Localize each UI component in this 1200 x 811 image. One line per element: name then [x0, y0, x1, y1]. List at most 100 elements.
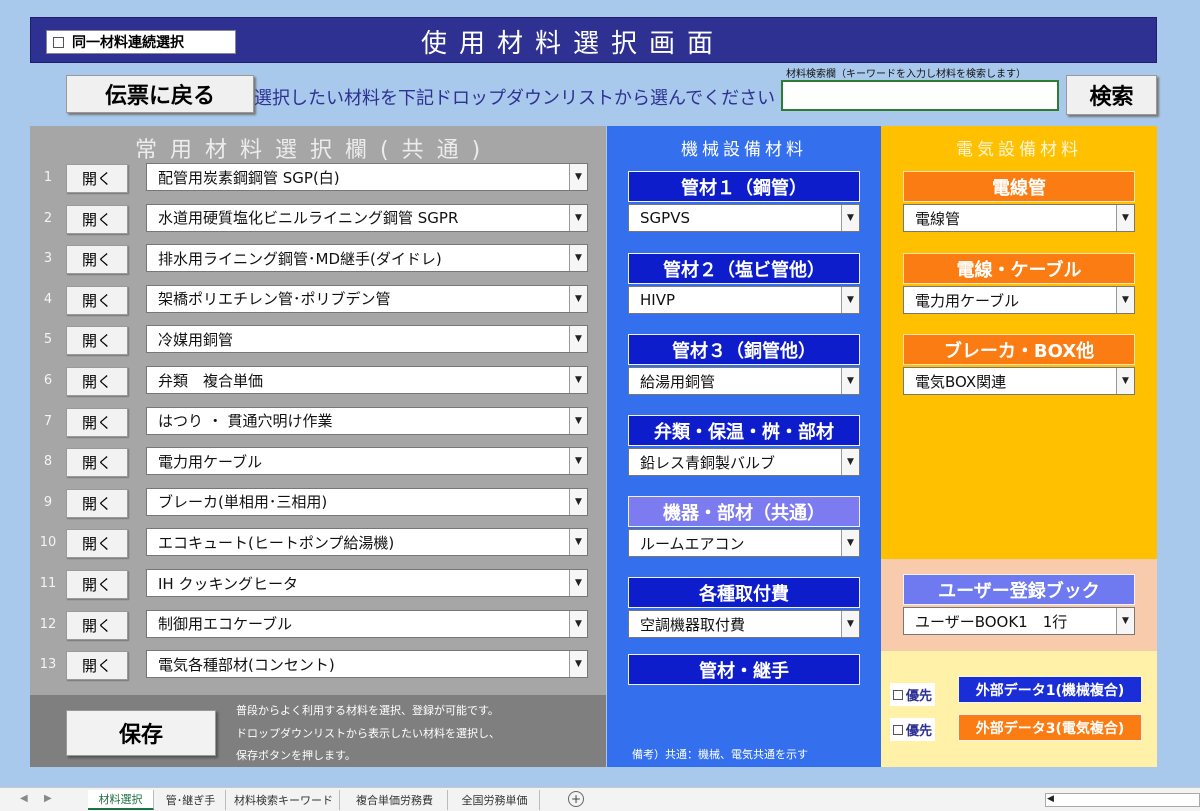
open-button[interactable]: 開く	[66, 367, 128, 396]
common-material-dropdown[interactable]: はつり ・ 貫通穴明け作業 ▼	[146, 406, 588, 435]
dropdown-arrow-icon[interactable]: ▼	[569, 651, 587, 678]
dropdown-arrow-icon[interactable]: ▼	[569, 326, 587, 353]
common-material-dropdown[interactable]: 電気各種部材(コンセント) ▼	[146, 650, 588, 679]
mech-group-dropdown-1[interactable]: SGPVS ▼	[628, 204, 860, 232]
mech-group-button-4[interactable]: 弁類・保温・桝・部材	[628, 415, 860, 446]
mech-group-button-6[interactable]: 各種取付費	[628, 577, 860, 608]
mech-group-dropdown-4[interactable]: 鉛レス青銅製バルブ ▼	[628, 448, 860, 476]
mech-group-dropdown-3[interactable]: 給湯用銅管 ▼	[628, 367, 860, 395]
open-button[interactable]: 開く	[66, 326, 128, 356]
sheet-tab-pipe-fittings[interactable]: 管･継ぎ手	[156, 790, 226, 810]
common-material-dropdown[interactable]: 電力用ケーブル ▼	[146, 447, 588, 476]
external-data-3-button[interactable]: 外部データ3(電気複合)	[958, 714, 1142, 741]
priority-checkbox-2[interactable]: 優先	[890, 718, 936, 741]
dropdown-arrow-icon[interactable]: ▼	[1116, 608, 1134, 634]
mech-group-button-7[interactable]: 管材・継手	[628, 654, 860, 685]
dropdown-arrow-icon[interactable]: ▼	[569, 285, 587, 312]
elec-group-dropdown-1[interactable]: 電線管 ▼	[903, 204, 1135, 232]
mech-group-button-3[interactable]: 管材３（銅管他）	[628, 334, 860, 365]
open-button[interactable]: 開く	[66, 245, 128, 275]
open-button[interactable]: 開く	[66, 488, 128, 518]
open-button[interactable]: 開く	[66, 610, 128, 640]
mech-group-dropdown-2[interactable]: HIVP ▼	[628, 286, 860, 314]
elec-group-button-2[interactable]: 電線・ケーブル	[903, 253, 1135, 284]
dropdown-arrow-icon[interactable]: ▼	[841, 368, 859, 394]
common-material-dropdown[interactable]: 水道用硬質塩化ビニルライニング鋼管 SGPR ▼	[146, 203, 588, 232]
open-button[interactable]: 開く	[66, 529, 128, 559]
open-button[interactable]: 開く	[66, 285, 128, 315]
common-material-dropdown[interactable]: ブレーカ(単相用･三相用) ▼	[146, 487, 588, 516]
open-button[interactable]: 開く	[66, 407, 128, 437]
dropdown-arrow-icon[interactable]: ▼	[1116, 205, 1134, 231]
dropdown-arrow-icon[interactable]: ▼	[1116, 287, 1134, 313]
save-button[interactable]: 保存	[66, 710, 216, 756]
open-button[interactable]: 開く	[66, 164, 128, 193]
checkbox-icon[interactable]	[53, 36, 64, 48]
dropdown-arrow-icon[interactable]: ▼	[569, 204, 587, 231]
dropdown-arrow-icon[interactable]: ▼	[841, 287, 859, 313]
checkbox-icon[interactable]	[893, 724, 903, 735]
checkbox-icon[interactable]	[893, 689, 903, 700]
sheet-tab-material-select[interactable]: 材料選択	[88, 790, 154, 810]
dropdown-arrow-icon[interactable]: ▼	[569, 407, 587, 434]
dropdown-value: 制御用エコケーブル	[158, 615, 293, 634]
common-material-dropdown[interactable]: 配管用炭素鋼鋼管 SGP(白) ▼	[146, 163, 588, 191]
continuous-select-checkbox[interactable]: 同一材料連続選択	[46, 30, 236, 54]
user-book-dropdown[interactable]: ユーザーBOOK1 1行 ▼	[903, 607, 1135, 635]
open-button[interactable]: 開く	[66, 570, 128, 599]
user-book-button[interactable]: ユーザー登録ブック	[903, 574, 1135, 605]
scroll-left-icon[interactable]: ◀	[1047, 794, 1054, 804]
dropdown-arrow-icon[interactable]: ▼	[841, 530, 859, 556]
dropdown-arrow-icon[interactable]: ▼	[841, 611, 859, 637]
scroll-tabs-left-icon[interactable]: ◀	[20, 793, 28, 804]
mech-group-button-2[interactable]: 管材２（塩ビ管他）	[628, 253, 860, 284]
common-material-dropdown[interactable]: IH クッキングヒータ ▼	[146, 569, 588, 597]
dropdown-arrow-icon[interactable]: ▼	[569, 245, 587, 272]
mech-group-dropdown-5[interactable]: ルームエアコン ▼	[628, 529, 860, 557]
sheet-tab-national-labor[interactable]: 全国労務単価	[450, 790, 540, 810]
priority-checkbox-1[interactable]: 優先	[890, 683, 936, 706]
dropdown-value: 弁類 複合単価	[158, 371, 264, 390]
dropdown-arrow-icon[interactable]: ▼	[841, 205, 859, 231]
common-material-dropdown[interactable]: 架橋ポリエチレン管･ポリブデン管 ▼	[146, 284, 588, 313]
dropdown-value: 冷媒用銅管	[158, 330, 234, 349]
page-title: 使用材料選択画面	[421, 29, 726, 59]
sheet-tab-search-keywords[interactable]: 材料検索キーワード	[228, 790, 340, 810]
common-material-dropdown[interactable]: 弁類 複合単価 ▼	[146, 366, 588, 394]
sheet-tab-composite-labor[interactable]: 複合単価労務費	[342, 790, 448, 810]
common-material-dropdown[interactable]: 制御用エコケーブル ▼	[146, 609, 588, 638]
common-material-dropdown[interactable]: エコキュート(ヒートポンプ給湯機) ▼	[146, 528, 588, 557]
common-material-dropdown[interactable]: 冷媒用銅管 ▼	[146, 325, 588, 354]
dropdown-value: はつり ・ 貫通穴明け作業	[158, 412, 333, 431]
elec-group-button-1[interactable]: 電線管	[903, 171, 1135, 202]
dropdown-arrow-icon[interactable]: ▼	[569, 570, 587, 596]
elec-group-button-3[interactable]: ブレーカ・BOX他	[903, 334, 1135, 365]
dropdown-arrow-icon[interactable]: ▼	[569, 610, 587, 637]
open-button[interactable]: 開く	[66, 204, 128, 234]
external-data-1-button[interactable]: 外部データ1(機械複合)	[958, 676, 1142, 703]
mech-group-dropdown-6[interactable]: 空調機器取付費 ▼	[628, 610, 860, 638]
dropdown-arrow-icon[interactable]: ▼	[841, 449, 859, 475]
dropdown-arrow-icon[interactable]: ▼	[569, 488, 587, 515]
dropdown-arrow-icon[interactable]: ▼	[569, 448, 587, 475]
dropdown-value: 水道用硬質塩化ビニルライニング鋼管 SGPR	[158, 209, 459, 228]
dropdown-arrow-icon[interactable]: ▼	[569, 164, 587, 190]
mech-group-button-5[interactable]: 機器・部材（共通）	[628, 496, 860, 527]
scroll-tabs-right-icon[interactable]: ▶	[44, 793, 52, 804]
dropdown-value: IH クッキングヒータ	[158, 574, 299, 593]
search-input[interactable]	[781, 80, 1059, 111]
open-button[interactable]: 開く	[66, 651, 128, 681]
dropdown-arrow-icon[interactable]: ▼	[569, 367, 587, 393]
common-panel-header: 常用材料選択欄(共通)	[135, 138, 494, 163]
dropdown-arrow-icon[interactable]: ▼	[1116, 368, 1134, 394]
horizontal-scrollbar[interactable]	[1045, 793, 1200, 807]
add-sheet-icon[interactable]: +	[568, 791, 584, 807]
back-to-slip-button[interactable]: 伝票に戻る	[66, 75, 254, 113]
elec-group-dropdown-2[interactable]: 電力用ケーブル ▼	[903, 286, 1135, 314]
search-button[interactable]: 検索	[1066, 75, 1157, 115]
dropdown-arrow-icon[interactable]: ▼	[569, 529, 587, 556]
elec-group-dropdown-3[interactable]: 電気BOX関連 ▼	[903, 367, 1135, 395]
common-material-dropdown[interactable]: 排水用ライニング鋼管･MD継手(ダイドレ) ▼	[146, 244, 588, 273]
mech-group-button-1[interactable]: 管材１（鋼管）	[628, 171, 860, 202]
open-button[interactable]: 開く	[66, 448, 128, 478]
